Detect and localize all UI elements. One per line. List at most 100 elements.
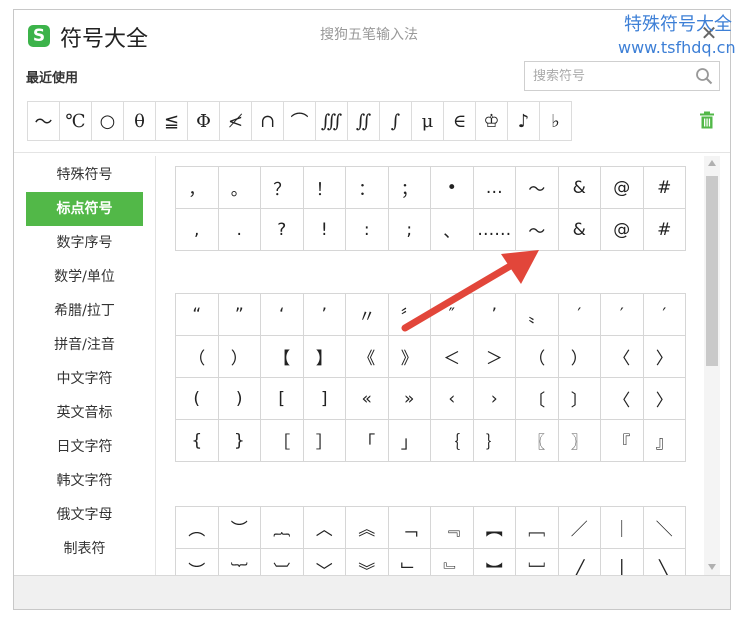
symbol-cell[interactable]: 〗	[558, 420, 601, 462]
symbol-cell[interactable]: │	[601, 549, 644, 576]
symbol-cell[interactable]: 〖	[516, 420, 559, 462]
recent-symbol[interactable]: ∭	[316, 102, 348, 140]
symbol-cell[interactable]: [	[261, 378, 304, 420]
symbol-cell[interactable]: #	[643, 209, 686, 251]
sidebar-item[interactable]: 韩文字符	[26, 464, 143, 498]
symbol-cell[interactable]: 》	[388, 336, 431, 378]
sidebar-item[interactable]: 制表符	[26, 532, 143, 566]
recent-symbol[interactable]: μ	[412, 102, 444, 140]
symbol-cell[interactable]: ︵	[176, 507, 219, 549]
symbol-cell[interactable]: ︽	[346, 507, 389, 549]
symbol-cell[interactable]: ／	[558, 507, 601, 549]
symbol-cell[interactable]: 「	[346, 420, 389, 462]
recent-symbol[interactable]: ≮	[220, 102, 252, 140]
symbol-cell[interactable]: ╱	[559, 549, 601, 576]
symbol-cell[interactable]: 〉	[643, 378, 686, 420]
symbol-cell[interactable]: ，	[176, 167, 219, 209]
symbol-cell[interactable]: ﹄	[431, 549, 474, 576]
symbol-cell[interactable]: ′	[601, 294, 644, 336]
sidebar-item[interactable]: 俄文字母	[26, 498, 143, 532]
symbol-cell[interactable]: 〜	[516, 209, 559, 251]
symbol-cell[interactable]: ）	[218, 336, 261, 378]
symbol-cell[interactable]: 〉	[643, 336, 686, 378]
symbol-cell[interactable]: 〈	[601, 378, 644, 420]
symbol-cell[interactable]: ︷	[261, 507, 304, 549]
symbol-cell[interactable]: ›	[473, 378, 516, 420]
symbol-cell[interactable]: {	[176, 420, 219, 462]
symbol-cell[interactable]: #	[643, 167, 686, 209]
symbol-cell[interactable]: ＞	[473, 336, 516, 378]
symbol-cell[interactable]: •	[431, 167, 474, 209]
scroll-thumb[interactable]	[706, 176, 718, 366]
symbol-cell[interactable]: …	[473, 167, 516, 209]
symbol-cell[interactable]: ﹁	[388, 507, 431, 549]
symbol-cell[interactable]: 〟	[516, 294, 559, 336]
symbol-cell[interactable]: ＜	[431, 336, 474, 378]
symbol-cell[interactable]: ︺	[261, 549, 304, 576]
recent-symbol[interactable]: ∫	[380, 102, 412, 140]
recent-symbol[interactable]: ⌒	[284, 102, 316, 140]
symbol-cell[interactable]: 〔	[516, 378, 559, 420]
symbol-cell[interactable]: ‘	[261, 294, 304, 336]
symbol-cell[interactable]: ︿	[303, 507, 346, 549]
symbol-cell[interactable]: （	[176, 336, 219, 378]
symbol-cell[interactable]: ︶	[218, 507, 261, 549]
symbol-cell[interactable]: ｝	[473, 420, 516, 462]
symbol-cell[interactable]: ｛	[431, 420, 474, 462]
symbol-cell[interactable]: ｜	[601, 507, 644, 549]
symbol-cell[interactable]: @	[601, 167, 644, 209]
symbol-cell[interactable]: ︶	[176, 549, 219, 576]
sidebar-item[interactable]: 日文字符	[26, 430, 143, 464]
symbol-cell[interactable]: 《	[346, 336, 389, 378]
recent-symbol[interactable]: ♪	[508, 102, 540, 140]
symbol-cell[interactable]: ）	[558, 336, 601, 378]
symbol-cell[interactable]: ,	[176, 209, 219, 251]
symbol-cell[interactable]: 『	[601, 420, 644, 462]
symbol-cell[interactable]: ’	[303, 294, 346, 336]
recent-symbol[interactable]: ℃	[60, 102, 92, 140]
symbol-cell[interactable]: ］	[303, 420, 346, 462]
symbol-cell[interactable]: ″	[431, 294, 474, 336]
symbol-cell[interactable]: ；	[388, 167, 431, 209]
sidebar-item[interactable]: 希腊/拉丁	[26, 294, 143, 328]
symbol-cell[interactable]: (	[176, 378, 219, 420]
symbol-cell[interactable]: （	[516, 336, 559, 378]
sidebar-item[interactable]: 特殊符号	[26, 158, 143, 192]
symbol-cell[interactable]: ﹀	[304, 549, 346, 576]
recent-symbol[interactable]: θ	[124, 102, 156, 140]
sidebar-item[interactable]: 中文字符	[26, 362, 143, 396]
symbol-cell[interactable]: .	[218, 209, 261, 251]
symbol-cell[interactable]: »	[388, 378, 431, 420]
sidebar-item[interactable]: 数字序号	[26, 226, 143, 260]
symbol-cell[interactable]: 」	[388, 420, 431, 462]
symbol-cell[interactable]: 【	[261, 336, 304, 378]
symbol-cell[interactable]: !	[303, 209, 346, 251]
search-input[interactable]	[525, 62, 698, 90]
recent-symbol[interactable]: ○	[92, 102, 124, 140]
symbol-cell[interactable]: 〈	[601, 336, 644, 378]
symbol-cell[interactable]: ［	[261, 420, 304, 462]
symbol-cell[interactable]: )	[218, 378, 261, 420]
symbol-cell[interactable]: ′	[558, 294, 601, 336]
symbol-cell[interactable]: ﹈	[516, 549, 559, 576]
symbol-cell[interactable]: ……	[473, 209, 516, 251]
sidebar-item[interactable]: 标点符号	[26, 192, 143, 226]
recent-symbol[interactable]: ∈	[444, 102, 476, 140]
symbol-cell[interactable]: ”	[218, 294, 261, 336]
symbol-cell[interactable]: ﹂	[389, 549, 431, 576]
symbol-cell[interactable]: 】	[303, 336, 346, 378]
sidebar-item[interactable]: 拼音/注音	[26, 328, 143, 362]
recent-symbol[interactable]: Φ	[188, 102, 220, 140]
symbol-cell[interactable]: “	[176, 294, 219, 336]
symbol-cell[interactable]: 、	[431, 209, 474, 251]
symbol-cell[interactable]: &	[558, 209, 601, 251]
symbol-cell[interactable]: «	[346, 378, 389, 420]
symbol-cell[interactable]: ╲	[644, 549, 686, 576]
symbol-cell[interactable]: ！	[303, 167, 346, 209]
scroll-down-arrow-icon[interactable]	[708, 564, 716, 570]
symbol-cell[interactable]: ;	[388, 209, 431, 251]
recent-symbol[interactable]: ∬	[348, 102, 380, 140]
symbol-cell[interactable]: }	[218, 420, 261, 462]
symbol-cell[interactable]: ?	[261, 209, 304, 251]
symbol-cell[interactable]: &	[558, 167, 601, 209]
